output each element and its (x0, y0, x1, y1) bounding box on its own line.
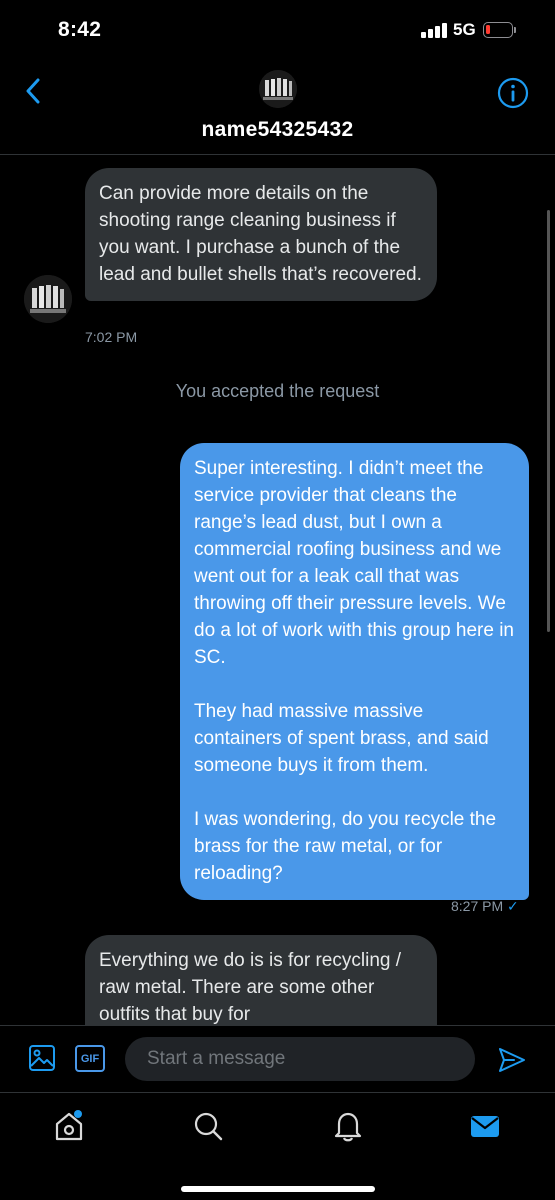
tab-home[interactable] (52, 1109, 86, 1143)
read-receipt-icon: ✓ (507, 898, 519, 914)
send-button[interactable] (497, 1045, 527, 1075)
home-icon (55, 1110, 83, 1141)
bell-icon (334, 1112, 362, 1142)
request-accepted-note: You accepted the request (175, 381, 380, 401)
conversation-header: name54325432 (0, 62, 555, 155)
chevron-left-icon (26, 78, 40, 104)
info-icon (497, 77, 529, 109)
scrollbar[interactable] (547, 210, 550, 632)
avatar-image (24, 275, 72, 323)
message-input[interactable] (125, 1037, 475, 1081)
incoming-message-bubble[interactable]: Everything we do is is for recycling / r… (85, 935, 437, 1025)
avatar-image (259, 70, 297, 108)
status-bar: 8:42 5G (0, 0, 555, 62)
search-icon (194, 1112, 223, 1141)
image-icon (29, 1045, 55, 1071)
message-timestamp: 7:02 PM (85, 329, 138, 345)
dm-conversation-screen: 8:42 5G name54325432 Can provide more de… (0, 0, 555, 1200)
tab-messages[interactable] (468, 1109, 502, 1143)
outgoing-message-bubble[interactable]: Super interesting. I didn’t meet the ser… (180, 443, 529, 900)
timestamp-text: 8:27 PM (451, 898, 504, 914)
gif-button[interactable]: GIF (75, 1045, 105, 1072)
notification-dot (74, 1110, 82, 1118)
message-list[interactable]: Can provide more details on the shooting… (0, 155, 555, 1025)
incoming-message-bubble[interactable]: Can provide more details on the shooting… (85, 168, 437, 301)
header-avatar[interactable] (259, 70, 297, 108)
status-time: 8:42 (58, 18, 102, 41)
signal-icon (421, 22, 449, 38)
battery-icon (483, 22, 513, 38)
network-label: 5G (453, 20, 476, 39)
battery-level (486, 25, 490, 34)
conversation-username[interactable]: name54325432 (0, 118, 555, 142)
send-icon (499, 1048, 525, 1072)
sender-avatar[interactable] (24, 275, 72, 323)
bottom-tab-bar (0, 1092, 555, 1200)
tab-notifications[interactable] (331, 1109, 365, 1143)
info-button[interactable] (496, 76, 530, 110)
message-composer: GIF (0, 1025, 555, 1093)
envelope-icon (471, 1116, 499, 1137)
media-button[interactable] (28, 1044, 56, 1072)
battery-cap (514, 27, 516, 33)
message-timestamp: 8:27 PM ✓ (451, 898, 519, 915)
tab-search[interactable] (191, 1109, 225, 1143)
back-button[interactable] (18, 76, 48, 106)
home-indicator[interactable] (181, 1186, 375, 1192)
